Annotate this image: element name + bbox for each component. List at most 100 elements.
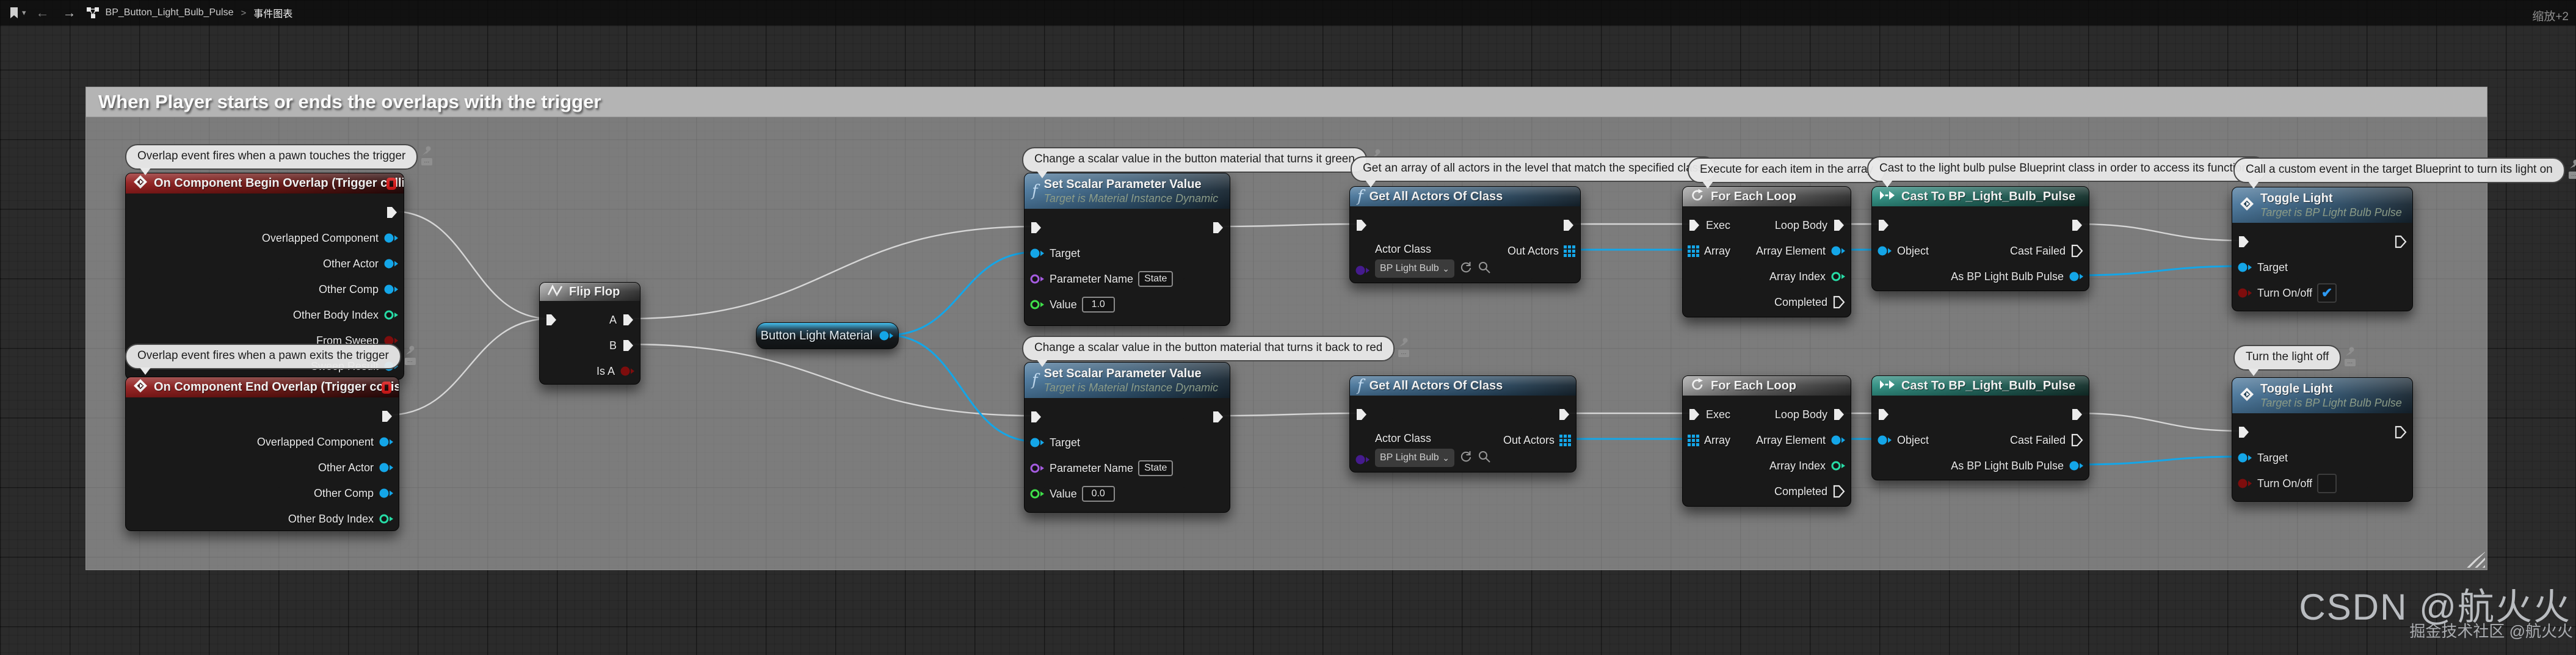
bubble-pin-controls[interactable]: ⋯ bbox=[421, 144, 433, 165]
pin-cast-failed[interactable]: Cast Failed bbox=[2010, 243, 2084, 259]
breadcrumb-root[interactable]: BP_Button_Light_Bulb_Pulse bbox=[106, 7, 234, 18]
bookmark-icon[interactable] bbox=[9, 7, 20, 19]
pin-turn-on-off[interactable]: Turn On/off ✔ bbox=[2237, 283, 2337, 303]
pin-other-actor[interactable]: Other Actor bbox=[318, 460, 394, 476]
pin-exec-o[interactable] bbox=[2394, 234, 2407, 250]
bubble-pin-controls[interactable]: ⋯ bbox=[2568, 157, 2576, 179]
bubble-pin-controls[interactable]: ⋯ bbox=[404, 344, 416, 365]
browse-button[interactable] bbox=[1478, 261, 1491, 277]
pin-exec-o[interactable] bbox=[2394, 424, 2407, 440]
value-field[interactable]: State bbox=[1138, 271, 1174, 287]
bubble-text[interactable]: Change a scalar value in the button mate… bbox=[1022, 147, 1367, 178]
value-field[interactable]: 1.0 bbox=[1081, 297, 1115, 313]
bubble-options-icon[interactable]: ⋯ bbox=[2345, 359, 2356, 366]
pin-execin[interactable] bbox=[1877, 217, 1890, 233]
pin-value[interactable]: Value 1.0 bbox=[1029, 297, 1115, 313]
forward-arrow[interactable]: → bbox=[63, 6, 76, 20]
node-toggle-light[interactable]: Toggle Light Target is BP Light Bulb Puls… bbox=[2232, 187, 2413, 311]
node-flip-flop[interactable]: Flip Flop A B Is A bbox=[539, 282, 640, 385]
event-graph-canvas[interactable]: When Player starts or ends the overlaps … bbox=[0, 0, 2576, 655]
pin-execout[interactable] bbox=[1558, 407, 1571, 422]
pin-loop-body[interactable]: Loop Body bbox=[1775, 407, 1846, 422]
node-header[interactable]: f Get All Actors Of Class bbox=[1350, 376, 1576, 396]
node-get-all-actors-of-class[interactable]: f Get All Actors Of Class Actor Class BP… bbox=[1349, 186, 1581, 283]
bubble-text[interactable]: Get an array of all actors in the level … bbox=[1351, 156, 1716, 187]
comment-box-header[interactable]: When Player starts or ends the overlaps … bbox=[85, 87, 2487, 117]
bubble-options-icon[interactable]: ⋯ bbox=[2568, 172, 2576, 179]
pin-execout[interactable] bbox=[1211, 409, 1225, 425]
pin-other-comp[interactable]: Other Comp bbox=[319, 281, 399, 297]
pin-array-element[interactable]: Array Element bbox=[1756, 243, 1846, 259]
pin-b[interactable]: B bbox=[609, 338, 635, 353]
pin-actor-class[interactable]: Actor Class BP Light Bulb P⌄ bbox=[1355, 432, 1491, 467]
node-set-scalar-parameter-value[interactable]: f Set Scalar Parameter Value Target is Ma… bbox=[1024, 362, 1230, 513]
pin-other-actor[interactable]: Other Actor bbox=[323, 256, 399, 272]
pin-exec[interactable]: Exec bbox=[1688, 407, 1730, 422]
browse-button[interactable] bbox=[1478, 450, 1491, 466]
bubble-text[interactable]: Cast to the light bulb pulse Blueprint c… bbox=[1867, 156, 2266, 187]
pin-execin[interactable] bbox=[1029, 220, 1043, 236]
pin-loop-body[interactable]: Loop Body bbox=[1775, 217, 1846, 233]
node-header[interactable]: Cast To BP_Light_Bulb_Pulse bbox=[1872, 376, 2089, 396]
bubble-pin-controls[interactable]: ⋯ bbox=[2345, 345, 2356, 366]
comment-resize-grip[interactable] bbox=[2464, 552, 2485, 568]
bubble-text[interactable]: Change a scalar value in the button mate… bbox=[1022, 336, 1395, 367]
value-field[interactable]: State bbox=[1138, 460, 1174, 476]
bubble-options-icon[interactable]: ⋯ bbox=[421, 158, 433, 165]
node-header[interactable]: f Set Scalar Parameter Value Target is Ma… bbox=[1025, 173, 1230, 209]
bubble-pin-controls[interactable]: ⋯ bbox=[1398, 336, 1410, 357]
pin-actor-class[interactable]: Actor Class BP Light Bulb P⌄ bbox=[1355, 243, 1491, 278]
pin-target[interactable]: Target bbox=[1029, 435, 1080, 451]
pin-as-bp-light-bulb-pulse[interactable]: As BP Light Bulb Pulse bbox=[1951, 458, 2084, 474]
node-for-each-loop[interactable]: For Each Loop Exec Loop Body Array Array El… bbox=[1682, 375, 1851, 507]
pin-array[interactable]: Array bbox=[1688, 432, 1730, 448]
pin-execin[interactable] bbox=[2237, 234, 2251, 250]
pin-array-index[interactable]: Array Index bbox=[1769, 458, 1846, 474]
bubble-text[interactable]: Execute for each item in the array bbox=[1688, 157, 1886, 189]
pin-other-body-index[interactable]: Other Body Index bbox=[288, 511, 394, 527]
pin-array[interactable]: Array bbox=[1688, 243, 1730, 259]
pin-parameter-name[interactable]: Parameter Name State bbox=[1029, 271, 1174, 287]
node-get-all-actors-of-class[interactable]: f Get All Actors Of Class Actor Class BP… bbox=[1349, 375, 1576, 472]
pin-execout[interactable] bbox=[380, 408, 394, 424]
node-cast-to-bp-light-bulb-pulse[interactable]: Cast To BP_Light_Bulb_Pulse Object Cast F… bbox=[1871, 186, 2089, 291]
node-header[interactable]: On Component Begin Overlap (Trigger coll… bbox=[126, 173, 404, 194]
pin-object[interactable]: Object bbox=[1877, 243, 1929, 259]
back-arrow[interactable]: ← bbox=[36, 6, 49, 20]
pin-execin[interactable] bbox=[2237, 424, 2251, 440]
pin-output-marker[interactable] bbox=[879, 330, 894, 341]
pin-as-bp-light-bulb-pulse[interactable]: As BP Light Bulb Pulse bbox=[1951, 269, 2084, 284]
value-field[interactable]: 0.0 bbox=[1081, 486, 1115, 502]
pin-execin[interactable] bbox=[545, 312, 558, 328]
node-toggle-light[interactable]: Toggle Light Target is BP Light Bulb Puls… bbox=[2232, 377, 2413, 502]
node-on-component-end-overlap-trigger-collision[interactable]: On Component End Overlap (Trigger collis… bbox=[125, 377, 399, 531]
breadcrumb-current[interactable]: 事件图表 bbox=[253, 5, 292, 20]
node-set-scalar-parameter-value[interactable]: f Set Scalar Parameter Value Target is Ma… bbox=[1024, 173, 1230, 326]
node-header[interactable]: On Component End Overlap (Trigger collis… bbox=[126, 377, 399, 397]
pin-execin[interactable] bbox=[1355, 217, 1368, 233]
node-header[interactable]: For Each Loop bbox=[1683, 187, 1851, 206]
pin-array-index[interactable]: Array Index bbox=[1769, 269, 1846, 284]
pin-turn-on-off[interactable]: Turn On/off bbox=[2237, 474, 2337, 493]
bubble-options-icon[interactable]: ⋯ bbox=[1398, 350, 1410, 357]
reset-button[interactable] bbox=[1459, 450, 1473, 466]
pin-value[interactable]: Value 0.0 bbox=[1029, 486, 1115, 502]
pin-a[interactable]: A bbox=[609, 312, 635, 328]
node-header[interactable]: f Get All Actors Of Class bbox=[1350, 187, 1580, 206]
node-header[interactable]: For Each Loop bbox=[1683, 376, 1851, 396]
pin-execout[interactable] bbox=[2070, 407, 2084, 422]
node-header[interactable]: Flip Flop bbox=[540, 283, 640, 301]
pin-execout[interactable] bbox=[1562, 217, 1575, 233]
pin-overlapped-component[interactable]: Overlapped Component bbox=[262, 230, 399, 246]
pin-out-actors[interactable]: Out Actors bbox=[1503, 432, 1571, 448]
bubble-text[interactable]: Call a custom event in the target Bluepr… bbox=[2233, 157, 2565, 189]
pin-array-element[interactable]: Array Element bbox=[1756, 432, 1846, 448]
pin-completed[interactable]: Completed bbox=[1774, 294, 1846, 310]
checkbox-unchecked[interactable] bbox=[2317, 474, 2337, 493]
pin-target[interactable]: Target bbox=[2237, 259, 2288, 275]
node-cast-to-bp-light-bulb-pulse[interactable]: Cast To BP_Light_Bulb_Pulse Object Cast F… bbox=[1871, 375, 2089, 480]
pin-is-a[interactable]: Is A bbox=[597, 363, 635, 379]
pin-out-actors[interactable]: Out Actors bbox=[1508, 243, 1575, 259]
bubble-text[interactable]: Overlap event fires when a pawn exits th… bbox=[125, 344, 401, 375]
pin-overlapped-component[interactable]: Overlapped Component bbox=[257, 434, 394, 450]
